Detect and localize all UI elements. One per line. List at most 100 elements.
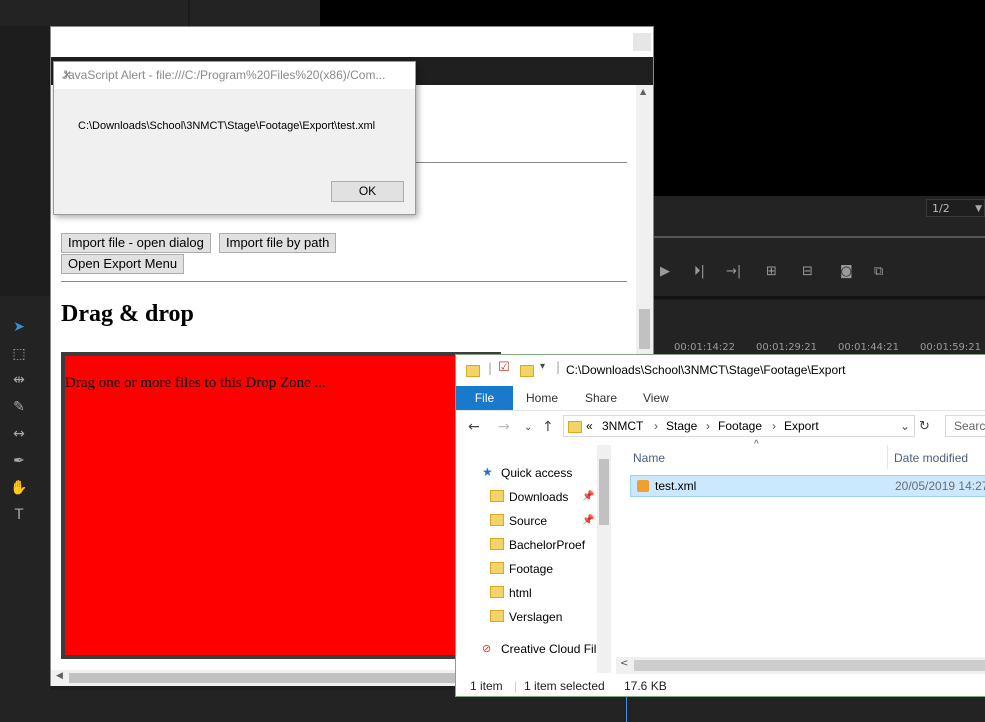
open-export-menu-button[interactable]: Open Export Menu — [61, 254, 185, 274]
divider — [61, 281, 627, 282]
pen-tool-icon[interactable]: ✒ — [8, 450, 30, 472]
hand-tool-icon[interactable]: ✋ — [8, 477, 30, 499]
compare-icon[interactable]: ⧉ — [874, 264, 883, 279]
alert-titlebar: JavaScript Alert - file:///C:/Program%20… — [54, 62, 415, 89]
up-arrow-icon[interactable]: ↑ — [542, 419, 554, 435]
recent-locations-icon[interactable]: ⌄ — [524, 422, 532, 433]
alert-message: C:\Downloads\School\3NMCT\Stage\Footage\… — [78, 120, 376, 132]
folder-icon — [490, 490, 504, 505]
scroll-up-icon[interactable]: ▲ — [640, 87, 646, 96]
close-icon[interactable]: ✕ — [62, 68, 407, 82]
ripple-edit-tool-icon[interactable]: ⇹ — [8, 369, 30, 391]
scroll-thumb[interactable] — [639, 309, 650, 349]
creative-cloud-icon: ⊘ — [482, 643, 492, 655]
chevron-right-icon[interactable]: › — [772, 416, 776, 436]
folder-icon — [490, 514, 504, 529]
scroll-thumb[interactable] — [634, 660, 985, 671]
lift-icon[interactable]: ⊞ — [766, 264, 777, 279]
pin-icon[interactable]: 📌 — [582, 515, 594, 526]
nav-item-html[interactable]: html — [509, 586, 532, 600]
transport-controls: ▶ ⏵| →| ⊞ ⊟ ◙ ⧉ — [654, 258, 985, 288]
type-tool-icon[interactable]: T — [8, 504, 30, 526]
timeline-ruler: 00:01:14:22 00:01:29:21 00:01:44:21 00:0… — [654, 300, 985, 356]
navigation-pane: ★ Quick access Downloads 📌 Source 📌 Bach… — [456, 441, 613, 677]
folder-icon — [568, 419, 582, 439]
folder-icon — [490, 586, 504, 601]
column-separator[interactable] — [887, 445, 888, 469]
close-button[interactable] — [633, 33, 651, 51]
step-forward-icon[interactable]: ⏵| — [694, 264, 705, 279]
ribbon-tabs: File Home Share View — [456, 386, 985, 411]
chevron-right-icon[interactable]: › — [654, 416, 658, 436]
timecode-label: 00:01:59:21 — [920, 342, 982, 353]
monitor-scrub-bar[interactable] — [654, 236, 985, 238]
nav-item-verslagen[interactable]: Verslagen — [509, 610, 562, 624]
import-file-path-button[interactable]: Import file by path — [219, 233, 337, 253]
tab-share[interactable]: Share — [585, 386, 617, 410]
nav-item-bachelorproef[interactable]: BachelorProef — [509, 538, 585, 552]
ok-button[interactable]: OK — [331, 181, 404, 202]
forward-arrow-icon[interactable]: → — [498, 419, 510, 435]
refresh-icon[interactable]: ↻ — [919, 419, 930, 434]
back-arrow-icon[interactable]: ← — [468, 419, 480, 435]
status-bar: 1 item | 1 item selected 17.6 KB — [456, 677, 985, 697]
go-to-out-icon[interactable]: →| — [726, 264, 741, 279]
javascript-alert-dialog: JavaScript Alert - file:///C:/Program%20… — [53, 61, 416, 215]
separator: | — [488, 361, 493, 375]
tab-file[interactable]: File — [456, 386, 513, 410]
window-titlebar — [51, 27, 653, 57]
breadcrumb-stage[interactable]: Stage — [666, 416, 697, 436]
selection-tool-icon[interactable]: ➤ — [8, 316, 30, 338]
play-icon[interactable]: ▶ — [660, 264, 670, 279]
timecode-label: 00:01:14:22 — [674, 342, 736, 353]
window-title-path: C:\Downloads\School\3NMCT\Stage\Footage\… — [566, 363, 846, 377]
breadcrumb-export[interactable]: Export — [784, 416, 819, 436]
nav-item-source[interactable]: Source — [509, 514, 547, 528]
import-file-dialog-button[interactable]: Import file - open dialog — [61, 233, 211, 253]
pin-icon[interactable]: 📌 — [582, 491, 594, 502]
razor-tool-icon[interactable]: ✎ — [8, 396, 30, 418]
column-header-date[interactable]: Date modified — [894, 451, 968, 465]
scroll-thumb[interactable] — [69, 673, 459, 683]
properties-icon[interactable]: ☑ — [498, 360, 510, 375]
nav-creative-cloud[interactable]: Creative Cloud Fil — [501, 642, 596, 656]
navigation-bar: ← → ⌄ ↑ « 3NMCT › Stage › Footage › Expo… — [456, 413, 985, 441]
playback-resolution-select[interactable]: 1/2 ▼ — [926, 199, 985, 217]
customize-qat-icon[interactable]: ▾ — [540, 361, 545, 372]
file-row[interactable]: test.xml 20/05/2019 14:27 — [630, 475, 985, 497]
tools-panel: ➤ ⬚ ⇹ ✎ ↔ ✒ ✋ T — [0, 296, 50, 722]
breadcrumb-footage[interactable]: Footage — [718, 416, 762, 436]
scroll-left-icon[interactable]: ◀ — [56, 671, 63, 681]
folder-icon — [490, 562, 504, 577]
drop-zone[interactable]: Drag one or more files to this Drop Zone… — [61, 352, 501, 659]
track-select-tool-icon[interactable]: ⬚ — [8, 343, 30, 365]
chevron-right-icon[interactable]: › — [706, 416, 710, 436]
extract-icon[interactable]: ⊟ — [802, 264, 813, 279]
drop-zone-text: Drag one or more files to this Drop Zone… — [65, 375, 326, 391]
new-folder-icon[interactable] — [520, 362, 534, 381]
file-list-horizontal-scrollbar[interactable]: < — [616, 657, 985, 674]
nav-item-downloads[interactable]: Downloads — [509, 490, 568, 504]
breadcrumb-overflow[interactable]: « — [586, 416, 593, 436]
selection-count: 1 item selected — [524, 679, 605, 693]
folder-icon — [490, 610, 504, 625]
chevron-down-icon[interactable]: ⌄ — [900, 416, 910, 436]
tab-home[interactable]: Home — [526, 386, 558, 410]
column-header-name[interactable]: Name — [633, 451, 665, 465]
scroll-left-icon[interactable]: < — [620, 658, 628, 669]
file-explorer-window: | ☑ ▾ | C:\Downloads\School\3NMCT\Stage\… — [455, 354, 985, 697]
timecode-label: 00:01:29:21 — [756, 342, 818, 353]
search-input[interactable]: Search — [945, 415, 985, 437]
slip-tool-icon[interactable]: ↔ — [8, 423, 30, 445]
star-icon: ★ — [482, 465, 493, 479]
nav-quick-access[interactable]: Quick access — [501, 466, 572, 480]
address-bar[interactable]: « 3NMCT › Stage › Footage › Export ⌄ — [563, 415, 915, 437]
breadcrumb-3nmct[interactable]: 3NMCT — [602, 416, 643, 436]
xml-file-icon — [637, 480, 649, 492]
nav-scrollbar[interactable] — [597, 445, 611, 673]
camera-icon[interactable]: ◙ — [840, 264, 853, 279]
nav-item-footage[interactable]: Footage — [509, 562, 553, 576]
tab-view[interactable]: View — [643, 386, 669, 410]
selection-size: 17.6 KB — [624, 679, 667, 693]
scroll-thumb[interactable] — [599, 459, 609, 525]
